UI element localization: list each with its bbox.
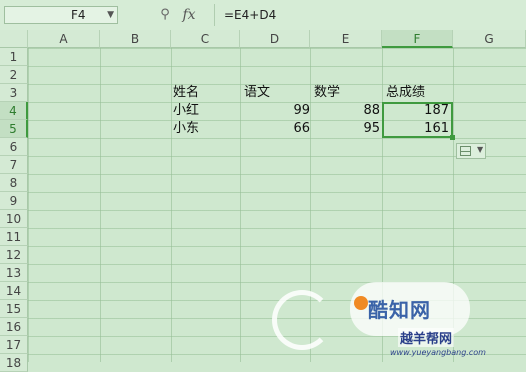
watermark: 酷知网 越羊帮网 www.yueyangbang.com	[270, 272, 526, 362]
swirl-logo-icon	[272, 290, 332, 350]
cell-f3[interactable]: 总成绩	[386, 84, 425, 102]
row-header-8[interactable]: 8	[0, 174, 28, 192]
column-header-c[interactable]: C	[171, 30, 240, 48]
column-header-g[interactable]: G	[453, 30, 526, 48]
cell-c4[interactable]: 小红	[173, 102, 199, 120]
row-header-17[interactable]: 17	[0, 336, 28, 354]
paste-options-button[interactable]: ▼	[456, 143, 486, 159]
name-box-value: F4	[71, 8, 86, 22]
cell-d5[interactable]: 66	[240, 120, 310, 138]
grid-line	[240, 48, 241, 362]
grid-line	[171, 48, 172, 362]
column-header-f[interactable]: F	[382, 30, 453, 48]
row-header-11[interactable]: 11	[0, 228, 28, 246]
column-header-b[interactable]: B	[100, 30, 171, 48]
cell-c5[interactable]: 小东	[173, 120, 199, 138]
cell-c3[interactable]: 姓名	[173, 84, 199, 102]
fill-handle[interactable]	[450, 135, 455, 140]
row-header-7[interactable]: 7	[0, 156, 28, 174]
select-all-corner[interactable]	[0, 30, 28, 48]
row-header-12[interactable]: 12	[0, 246, 28, 264]
logo-dot-icon	[354, 296, 368, 310]
row-header-14[interactable]: 14	[0, 282, 28, 300]
watermark-brand: 酷知网	[368, 298, 431, 322]
selection-box	[382, 102, 453, 138]
watermark-url: www.yueyangbang.com	[390, 348, 486, 357]
row-header-18[interactable]: 18	[0, 354, 28, 372]
row-header-2[interactable]: 2	[0, 66, 28, 84]
zoom-icon[interactable]: ⚲	[156, 6, 174, 24]
row-header-5[interactable]: 5	[0, 120, 28, 138]
watermark-sub: 越羊帮网	[398, 328, 455, 347]
row-header-1[interactable]: 1	[0, 48, 28, 66]
cell-e4[interactable]: 88	[310, 102, 380, 120]
column-header-a[interactable]: A	[28, 30, 100, 48]
row-header-6[interactable]: 6	[0, 138, 28, 156]
row-header-10[interactable]: 10	[0, 210, 28, 228]
column-header-e[interactable]: E	[310, 30, 382, 48]
formula-bar: F4 ▼ ⚲ fx =E4+D4	[0, 0, 526, 31]
function-icon[interactable]: fx	[178, 5, 200, 25]
divider	[214, 4, 215, 26]
cell-d4[interactable]: 99	[240, 102, 310, 120]
grid-line	[100, 48, 101, 362]
row-header-9[interactable]: 9	[0, 192, 28, 210]
row-header-13[interactable]: 13	[0, 264, 28, 282]
row-header-3[interactable]: 3	[0, 84, 28, 102]
cell-d3[interactable]: 语文	[244, 84, 270, 102]
cell-e5[interactable]: 95	[310, 120, 380, 138]
chevron-down-icon: ▼	[477, 145, 484, 154]
formula-input[interactable]: =E4+D4	[224, 6, 276, 24]
row-header-4[interactable]: 4	[0, 102, 28, 120]
row-header-15[interactable]: 15	[0, 300, 28, 318]
name-box[interactable]: F4 ▼	[4, 6, 118, 24]
chevron-down-icon[interactable]: ▼	[107, 7, 114, 23]
paste-options-icon	[460, 146, 471, 156]
column-header-d[interactable]: D	[240, 30, 310, 48]
cell-e3[interactable]: 数学	[314, 84, 340, 102]
row-header-16[interactable]: 16	[0, 318, 28, 336]
